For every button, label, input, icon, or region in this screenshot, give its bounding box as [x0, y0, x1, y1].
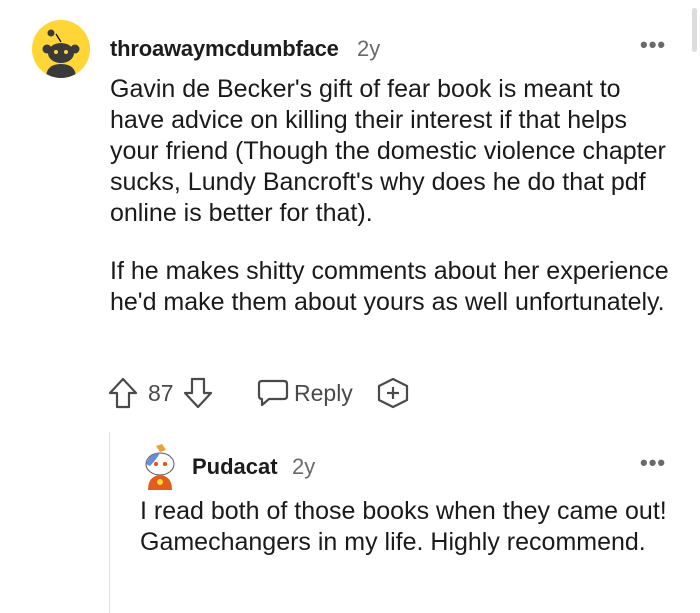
reply-username[interactable]: Pudacat [192, 454, 278, 480]
comment-paragraph: Gavin de Becker's gift of fear book is m… [110, 75, 666, 227]
comment-paragraph: If he makes shitty comments about her ex… [110, 257, 669, 316]
vote-count: 87 [148, 380, 174, 406]
avatar[interactable] [32, 20, 90, 78]
award-icon[interactable] [376, 377, 410, 414]
comment-username[interactable]: throawaymcdumbface [110, 36, 339, 62]
snoo-avatar-icon [32, 20, 90, 78]
snoo-avatar-icon [145, 444, 175, 490]
reply-age: 2y [292, 454, 316, 479]
more-options-icon[interactable]: ••• [640, 34, 666, 56]
reply-text: I read both of those books when they cam… [140, 497, 667, 556]
comment-age: 2y [357, 36, 381, 61]
scrollbar[interactable] [692, 8, 697, 52]
more-options-icon[interactable]: ••• [640, 452, 666, 474]
reply-icon[interactable] [256, 378, 290, 413]
downvote-icon[interactable] [183, 377, 213, 414]
reply-avatar[interactable] [140, 444, 180, 490]
thread-line[interactable] [109, 432, 110, 613]
upvote-icon[interactable] [108, 377, 138, 414]
reply-button[interactable]: Reply [294, 380, 353, 407]
comment-thread: throawaymcdumbface 2y ••• Gavin de Becke… [0, 0, 700, 613]
